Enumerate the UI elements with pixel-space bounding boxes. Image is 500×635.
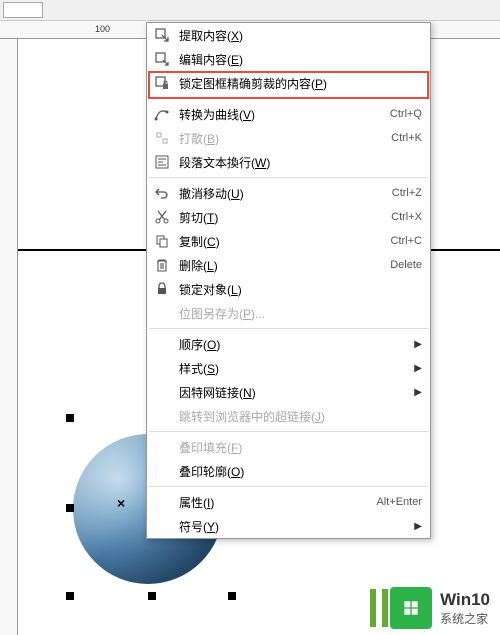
menu-label: 锁定对象(L) bbox=[179, 281, 422, 298]
menu-label: 跳转到浏览器中的超链接(J) bbox=[179, 408, 422, 425]
submenu-arrow-icon: ▶ bbox=[414, 521, 422, 532]
trash-icon bbox=[153, 256, 171, 274]
blank-icon bbox=[153, 438, 171, 456]
menu-shortcut: Delete bbox=[390, 259, 422, 271]
blank-icon bbox=[153, 335, 171, 353]
menu-separator bbox=[149, 177, 428, 178]
selection-center: × bbox=[117, 495, 125, 511]
menu-convert-to-curves[interactable]: 转换为曲线(V) Ctrl+Q bbox=[147, 102, 430, 126]
menu-internet-links[interactable]: 因特网链接(N) ▶ bbox=[147, 380, 430, 404]
menu-jump-to-hyperlink: 跳转到浏览器中的超链接(J) bbox=[147, 404, 430, 428]
watermark-text: Win10 系统之家 bbox=[440, 590, 490, 627]
menu-label: 转换为曲线(V) bbox=[179, 106, 390, 123]
menu-edit-contents[interactable]: 编辑内容(E) bbox=[147, 47, 430, 71]
menu-label: 打散(B) bbox=[179, 130, 391, 147]
menu-separator bbox=[149, 431, 428, 432]
toolbar-field[interactable] bbox=[3, 2, 43, 18]
menu-wrap-paragraph-text[interactable]: 段落文本換行(W) bbox=[147, 150, 430, 174]
curve-icon bbox=[153, 105, 171, 123]
menu-cut[interactable]: 剪切(T) Ctrl+X bbox=[147, 205, 430, 229]
menu-label: 顺序(O) bbox=[179, 336, 422, 353]
menu-shortcut: Alt+Enter bbox=[376, 496, 422, 508]
ruler-tick: 100 bbox=[95, 24, 110, 34]
blank-icon bbox=[153, 493, 171, 511]
menu-properties[interactable]: 属性(I) Alt+Enter bbox=[147, 490, 430, 514]
menu-shortcut: Ctrl+Q bbox=[390, 108, 422, 120]
menu-delete[interactable]: 删除(L) Delete bbox=[147, 253, 430, 277]
selection-handle-bl[interactable] bbox=[66, 592, 74, 600]
menu-shortcut: Ctrl+X bbox=[391, 211, 422, 223]
watermark-logo-icon bbox=[390, 587, 432, 629]
blank-icon bbox=[153, 383, 171, 401]
menu-overprint-outline[interactable]: 叠印轮廓(O) bbox=[147, 459, 430, 483]
selection-handle-ml[interactable] bbox=[66, 504, 74, 512]
undo-icon bbox=[153, 184, 171, 202]
menu-lock-powerclip-contents[interactable]: 锁定图框精确剪裁的内容(P) bbox=[147, 71, 430, 95]
menu-break-apart: 打散(B) Ctrl+K bbox=[147, 126, 430, 150]
menu-shortcut: Ctrl+C bbox=[391, 235, 422, 247]
menu-shortcut: Ctrl+Z bbox=[392, 187, 422, 199]
menu-label: 属性(I) bbox=[179, 494, 376, 511]
menu-label: 位图另存为(P)... bbox=[179, 305, 422, 322]
scissors-icon bbox=[153, 208, 171, 226]
selection-handle-br[interactable] bbox=[228, 592, 236, 600]
menu-label: 叠印填充(F) bbox=[179, 439, 422, 456]
blank-icon bbox=[153, 462, 171, 480]
menu-label: 段落文本換行(W) bbox=[179, 154, 422, 171]
blank-icon bbox=[153, 359, 171, 377]
menu-label: 剪切(T) bbox=[179, 209, 391, 226]
menu-lock-object[interactable]: 锁定对象(L) bbox=[147, 277, 430, 301]
submenu-arrow-icon: ▶ bbox=[414, 363, 422, 374]
menu-label: 符号(Y) bbox=[179, 518, 422, 535]
top-toolbar bbox=[0, 0, 500, 21]
menu-separator bbox=[149, 98, 428, 99]
lock-frame-icon bbox=[153, 74, 171, 92]
menu-label: 锁定图框精确剪裁的内容(P) bbox=[179, 75, 422, 92]
blank-icon bbox=[153, 517, 171, 535]
submenu-arrow-icon: ▶ bbox=[414, 387, 422, 398]
context-menu: 提取内容(X) 编辑内容(E) 锁定图框精确剪裁的内容(P) 转换为曲线(V) … bbox=[146, 22, 431, 539]
text-wrap-icon bbox=[153, 153, 171, 171]
menu-label: 删除(L) bbox=[179, 257, 390, 274]
menu-shortcut: Ctrl+K bbox=[391, 132, 422, 144]
menu-extract-contents[interactable]: 提取内容(X) bbox=[147, 23, 430, 47]
menu-copy[interactable]: 复制(C) Ctrl+C bbox=[147, 229, 430, 253]
blank-icon bbox=[153, 407, 171, 425]
blank-icon bbox=[153, 304, 171, 322]
menu-label: 撤消移动(U) bbox=[179, 185, 392, 202]
selection-handle-bm[interactable] bbox=[148, 592, 156, 600]
menu-label: 因特网链接(N) bbox=[179, 384, 422, 401]
menu-label: 叠印轮廓(O) bbox=[179, 463, 422, 480]
menu-label: 编辑内容(E) bbox=[179, 51, 422, 68]
menu-separator bbox=[149, 486, 428, 487]
lock-icon bbox=[153, 280, 171, 298]
menu-style[interactable]: 样式(S) ▶ bbox=[147, 356, 430, 380]
copy-icon bbox=[153, 232, 171, 250]
watermark-title: Win10 bbox=[440, 590, 490, 610]
watermark-subtitle: 系统之家 bbox=[440, 610, 490, 627]
menu-label: 复制(C) bbox=[179, 233, 391, 250]
selection-handle-tl[interactable] bbox=[66, 414, 74, 422]
menu-overprint-fill: 叠印填充(F) bbox=[147, 435, 430, 459]
menu-order[interactable]: 顺序(O) ▶ bbox=[147, 332, 430, 356]
submenu-arrow-icon: ▶ bbox=[414, 339, 422, 350]
menu-label: 提取内容(X) bbox=[179, 27, 422, 44]
menu-symbol[interactable]: 符号(Y) ▶ bbox=[147, 514, 430, 538]
extract-icon bbox=[153, 26, 171, 44]
menu-save-bitmap-as: 位图另存为(P)... bbox=[147, 301, 430, 325]
menu-separator bbox=[149, 328, 428, 329]
break-icon bbox=[153, 129, 171, 147]
vertical-ruler bbox=[0, 39, 18, 635]
menu-label: 样式(S) bbox=[179, 360, 422, 377]
menu-undo-move[interactable]: 撤消移动(U) Ctrl+Z bbox=[147, 181, 430, 205]
watermark: Win10 系统之家 bbox=[380, 581, 500, 635]
edit-icon bbox=[153, 50, 171, 68]
